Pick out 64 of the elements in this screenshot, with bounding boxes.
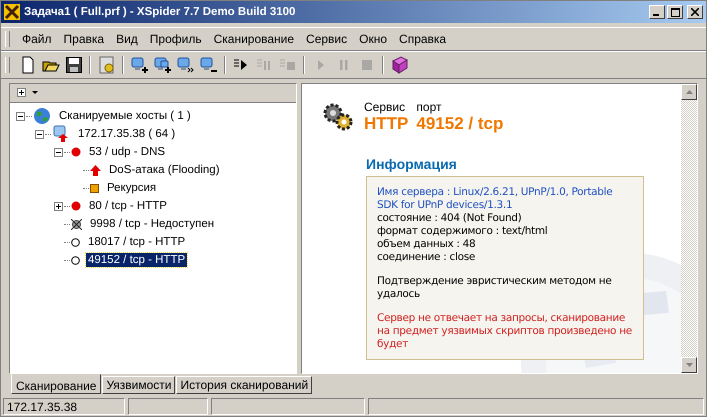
close-icon [691, 8, 699, 16]
square-icon [90, 184, 99, 192]
computer-minus-icon[interactable] [200, 56, 218, 74]
dot-icon [71, 147, 81, 157]
menu-item[interactable]: Сервис [300, 32, 354, 46]
maximize-button[interactable] [667, 5, 683, 19]
service-caption: Сервис [364, 100, 406, 114]
window-title: Задача1 ( Full.prf ) - XSpider 7.7 Demo Build 3100 [24, 6, 296, 18]
cube-icon[interactable] [390, 56, 408, 74]
gears-icon [322, 102, 354, 132]
menu-item[interactable]: Правка [58, 32, 110, 46]
tree-item[interactable]: Сканируемые хосты ( 1 ) [57, 109, 193, 123]
globe-icon [33, 107, 51, 125]
tree-item[interactable]: DoS-атака (Flooding) [107, 163, 222, 177]
crossed-circle-icon [71, 218, 82, 230]
menu-item[interactable]: Сканирование [208, 32, 300, 46]
tab[interactable]: История сканирований [176, 376, 312, 394]
menu-item[interactable]: Вид [110, 32, 144, 46]
collapse-icon[interactable] [54, 148, 63, 156]
server-name-text: Имя сервера : Linux/2.6.21, UPnP/1.0, Portable SDK for UPnP devices/1.3.1 [377, 186, 614, 212]
info-line: формат содержимого : text/html [377, 225, 548, 238]
info-line: Подтверждение эвристическим методом не удалось [377, 275, 612, 301]
circle-icon [71, 238, 80, 246]
tree-item[interactable]: 53 / udp - DNS [87, 145, 168, 159]
computer-arrow-icon[interactable] [176, 56, 194, 74]
scrollbar[interactable] [681, 84, 697, 373]
error-message: Сервер не отвечает на запросы, сканирование на предмет уязвимых скриптов произведено не будет [377, 312, 633, 351]
menu-item[interactable]: Справка [393, 32, 452, 46]
info-line: соединение : close [377, 251, 476, 264]
computer-plus-icon[interactable] [130, 56, 148, 74]
up-arrow-icon[interactable] [686, 90, 692, 94]
status-text: 172.17.35.38 [3, 398, 125, 415]
menu-item[interactable]: Файл [16, 32, 58, 46]
tab[interactable]: Уязвимости [102, 376, 176, 394]
port-caption: порт [416, 100, 442, 114]
section-title: Информация [366, 156, 458, 172]
expand-icon[interactable] [54, 202, 63, 210]
up-arrow-icon [90, 164, 101, 176]
circle-icon [71, 256, 80, 264]
tree-item[interactable]: Рекурсия [105, 181, 158, 195]
tree-item[interactable]: 172.17.35.38 ( 64 ) [76, 127, 178, 141]
tree-item[interactable]: 18017 / tcp - HTTP [86, 235, 188, 249]
dot-icon [71, 201, 81, 211]
close-button[interactable] [687, 5, 703, 19]
menu-item[interactable]: Профиль [144, 32, 208, 46]
tree-item[interactable]: 9998 / tcp - Недоступен [88, 217, 216, 231]
service-name: HTTP [364, 114, 408, 134]
tree-item[interactable]: 49152 / tcp - HTTP [86, 253, 188, 267]
collapse-icon[interactable] [35, 130, 44, 138]
info-line: состояние : 404 (Not Found) [377, 212, 522, 225]
computers-plus-icon[interactable] [154, 56, 172, 74]
down-arrow-icon[interactable] [686, 363, 692, 367]
expand-all-icon[interactable] [17, 88, 39, 98]
menu-item[interactable]: Окно [353, 32, 394, 46]
minimize-button[interactable] [649, 5, 665, 19]
info-line: объем данных : 48 [377, 238, 476, 251]
computer-icon [52, 125, 70, 143]
collapse-icon[interactable] [16, 112, 25, 120]
page-badge-icon[interactable] [98, 56, 116, 74]
app-logo-icon [4, 4, 20, 20]
tree-item[interactable]: 80 / tcp - HTTP [87, 199, 169, 213]
tab[interactable]: Сканирование [11, 374, 102, 394]
port-value: 49152 / tcp [416, 114, 504, 134]
maximize-icon [670, 8, 680, 16]
